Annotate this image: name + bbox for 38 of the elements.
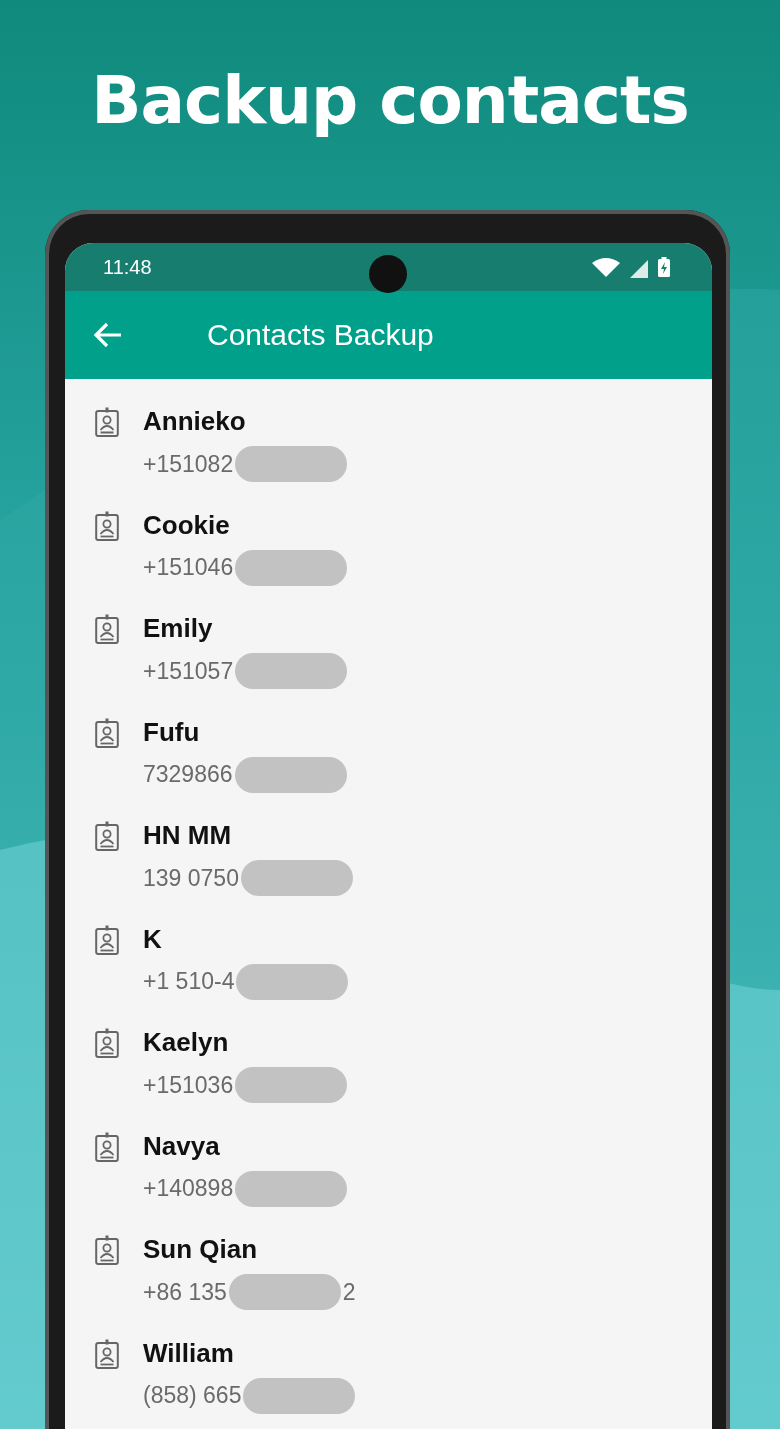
camera-icon (369, 255, 407, 293)
headline: Backup contacts (90, 61, 690, 141)
contact-phone: +151057 (143, 657, 234, 685)
contact-name: Navya (143, 1129, 221, 1162)
contact-card-icon (95, 510, 119, 541)
contact-name: Sun Qian (143, 1233, 259, 1265)
contact-phone: +151082 (143, 450, 234, 478)
contact-name: K (143, 922, 163, 955)
contact-phone: (858) 665 (143, 1382, 242, 1409)
contact-name: Annieko (143, 405, 247, 437)
contact-name: Emily (143, 612, 214, 644)
contact-phone: +140898 (143, 1175, 234, 1202)
status-time: 11:48 (103, 255, 152, 279)
contact-card-icon (95, 407, 119, 437)
contact-name: William (143, 1336, 235, 1369)
contact-name: Fufu (143, 715, 201, 748)
battery-icon (658, 257, 670, 277)
contact-card-icon (95, 821, 119, 851)
wifi-icon (592, 257, 620, 277)
contact-name: Cookie (143, 508, 231, 541)
contact-card-icon (95, 1235, 119, 1265)
contact-card-icon (95, 614, 119, 644)
contact-card-icon (95, 1028, 119, 1058)
contact-phone: 7329866 (143, 761, 233, 788)
back-button[interactable] (93, 322, 123, 348)
contact-card-icon (95, 1338, 119, 1369)
toolbar-title: Contacts Backup (207, 318, 434, 352)
contact-card-icon (95, 1131, 119, 1162)
contact-phone: 139 0750 (143, 864, 239, 892)
contact-phone: +1 510-4 (143, 968, 235, 995)
contact-name: Kaelyn (143, 1026, 230, 1058)
contact-phone: +151046 (143, 554, 234, 581)
contact-phone: 2 (342, 1278, 356, 1306)
contact-phone: +86 135 (143, 1278, 227, 1306)
contact-name: HN MM (143, 819, 233, 851)
contact-phone: +151036 (143, 1071, 234, 1099)
contact-card-icon (95, 717, 119, 748)
contact-card-icon (95, 924, 119, 955)
